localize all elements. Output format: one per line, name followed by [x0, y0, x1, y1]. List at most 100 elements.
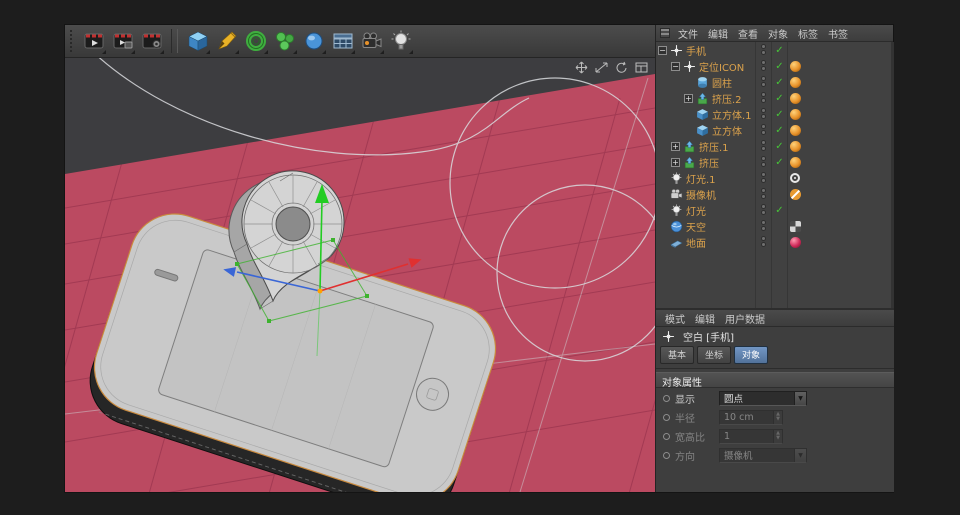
- tag-area[interactable]: [790, 122, 801, 138]
- viewport-canvas[interactable]: [65, 58, 655, 492]
- tree-item-sky[interactable]: 天空: [656, 218, 894, 234]
- tag-area[interactable]: [790, 106, 801, 122]
- enable-state[interactable]: ✓: [773, 141, 786, 152]
- keyframe-dot-icon[interactable]: [663, 395, 670, 402]
- render-picture-viewer-icon[interactable]: [109, 28, 136, 55]
- toggle-view-icon[interactable]: [634, 61, 649, 74]
- material-tag-icon[interactable]: [790, 61, 801, 72]
- tag-area[interactable]: [790, 138, 801, 154]
- enable-state[interactable]: ✓: [773, 205, 786, 216]
- tree-scrollbar[interactable]: [891, 42, 894, 308]
- camera-tool-icon[interactable]: [358, 28, 385, 55]
- enable-state[interactable]: ✓: [773, 125, 786, 136]
- tag-area[interactable]: [790, 90, 801, 106]
- enable-state[interactable]: ✓: [773, 109, 786, 120]
- aspect-ratio-input[interactable]: 1 ▲▼: [719, 429, 783, 444]
- tree-item-cylinder[interactable]: 圆柱 ✓: [656, 74, 894, 90]
- texture-tag-icon[interactable]: [790, 221, 801, 232]
- panel-menu-icon[interactable]: [660, 28, 670, 38]
- tag-area[interactable]: [790, 218, 801, 234]
- menu-mode[interactable]: 模式: [660, 311, 690, 326]
- visibility-dots[interactable]: [758, 75, 769, 88]
- enable-state[interactable]: ✓: [773, 45, 786, 56]
- enable-state[interactable]: ✓: [773, 77, 786, 88]
- tab-basic[interactable]: 基本: [660, 346, 694, 364]
- menu-object[interactable]: 对象: [763, 26, 793, 41]
- material-tag-icon[interactable]: [790, 157, 801, 168]
- material-tag-icon[interactable]: [790, 109, 801, 120]
- tree-item-light-1[interactable]: 灯光.1: [656, 170, 894, 186]
- viewport-3d[interactable]: [65, 58, 655, 492]
- tag-area[interactable]: [790, 74, 801, 90]
- tree-item-cube-1[interactable]: 立方体.1 ✓: [656, 106, 894, 122]
- tag-area[interactable]: [790, 154, 801, 170]
- keyframe-dot-icon[interactable]: [663, 414, 670, 421]
- menu-tags[interactable]: 标签: [793, 26, 823, 41]
- radius-input[interactable]: 10 cm ▲▼: [719, 410, 783, 425]
- light-tool-icon[interactable]: [387, 28, 414, 55]
- expand-toggle[interactable]: +: [671, 158, 680, 167]
- keyframe-dot-icon[interactable]: [663, 433, 670, 440]
- visibility-dots[interactable]: [758, 59, 769, 72]
- expand-toggle[interactable]: +: [671, 142, 680, 151]
- visibility-dots[interactable]: [758, 203, 769, 216]
- pan-view-icon[interactable]: [574, 61, 589, 74]
- tree-item-floor[interactable]: 地面: [656, 234, 894, 250]
- visibility-dots[interactable]: [758, 219, 769, 232]
- material-tag-icon[interactable]: [790, 125, 801, 136]
- render-view-icon[interactable]: [80, 28, 107, 55]
- tag-area[interactable]: [790, 58, 801, 74]
- primitive-cube-icon[interactable]: [184, 28, 211, 55]
- tree-item-camera[interactable]: 摄像机: [656, 186, 894, 202]
- visibility-dots[interactable]: [758, 43, 769, 56]
- material-tag-icon[interactable]: [790, 141, 801, 152]
- menu-user-data[interactable]: 用户数据: [720, 311, 770, 326]
- visibility-dots[interactable]: [758, 235, 769, 248]
- gizmo-origin[interactable]: [318, 289, 323, 294]
- render-settings-icon[interactable]: [138, 28, 165, 55]
- spinner-arrows-icon[interactable]: ▲▼: [773, 430, 782, 443]
- environment-sphere-icon[interactable]: [300, 28, 327, 55]
- grid-table-icon[interactable]: [329, 28, 356, 55]
- object-properties-header[interactable]: 对象属性: [656, 372, 894, 388]
- tab-coordinates[interactable]: 坐标: [697, 346, 731, 364]
- orientation-dropdown[interactable]: 摄像机 ▼: [719, 448, 807, 463]
- spinner-arrows-icon[interactable]: ▲▼: [773, 411, 782, 424]
- display-dropdown[interactable]: 圆点 ▼: [719, 391, 807, 406]
- protection-tag-icon[interactable]: [790, 189, 801, 200]
- menu-edit[interactable]: 编辑: [703, 26, 733, 41]
- chevron-down-icon[interactable]: ▼: [794, 449, 806, 462]
- generator-nurbs-icon[interactable]: [242, 28, 269, 55]
- visibility-dots[interactable]: [758, 107, 769, 120]
- tree-item-extrude[interactable]: + 挤压 ✓: [656, 154, 894, 170]
- enable-state[interactable]: ✓: [773, 157, 786, 168]
- menu-bookmarks[interactable]: 书签: [823, 26, 853, 41]
- array-modeling-icon[interactable]: [271, 28, 298, 55]
- visibility-dots[interactable]: [758, 155, 769, 168]
- visibility-dots[interactable]: [758, 187, 769, 200]
- rotate-view-icon[interactable]: [614, 61, 629, 74]
- tag-area[interactable]: [790, 234, 801, 250]
- enable-state[interactable]: ✓: [773, 93, 786, 104]
- toolbar-grip[interactable]: [70, 30, 74, 52]
- tree-item-locate-icon[interactable]: − 定位ICON ✓: [656, 58, 894, 74]
- tree-item-extrude-2[interactable]: + 挤压.2 ✓: [656, 90, 894, 106]
- tree-item-phone[interactable]: − 手机 ✓: [656, 42, 894, 58]
- tree-item-cube[interactable]: 立方体 ✓: [656, 122, 894, 138]
- keyframe-dot-icon[interactable]: [663, 452, 670, 459]
- menu-edit-am[interactable]: 编辑: [690, 311, 720, 326]
- target-tag-icon[interactable]: [790, 173, 800, 183]
- zoom-view-icon[interactable]: [594, 61, 609, 74]
- expand-toggle[interactable]: +: [684, 94, 693, 103]
- visibility-dots[interactable]: [758, 91, 769, 104]
- menu-view[interactable]: 查看: [733, 26, 763, 41]
- tree-item-light[interactable]: 灯光 ✓: [656, 202, 894, 218]
- menu-file[interactable]: 文件: [673, 26, 703, 41]
- visibility-dots[interactable]: [758, 171, 769, 184]
- material-tag-icon[interactable]: [790, 93, 801, 104]
- tag-area[interactable]: [790, 186, 801, 202]
- tab-object[interactable]: 对象: [734, 346, 768, 364]
- enable-state[interactable]: ✓: [773, 61, 786, 72]
- tree-item-extrude-1[interactable]: + 挤压.1 ✓: [656, 138, 894, 154]
- visibility-dots[interactable]: [758, 139, 769, 152]
